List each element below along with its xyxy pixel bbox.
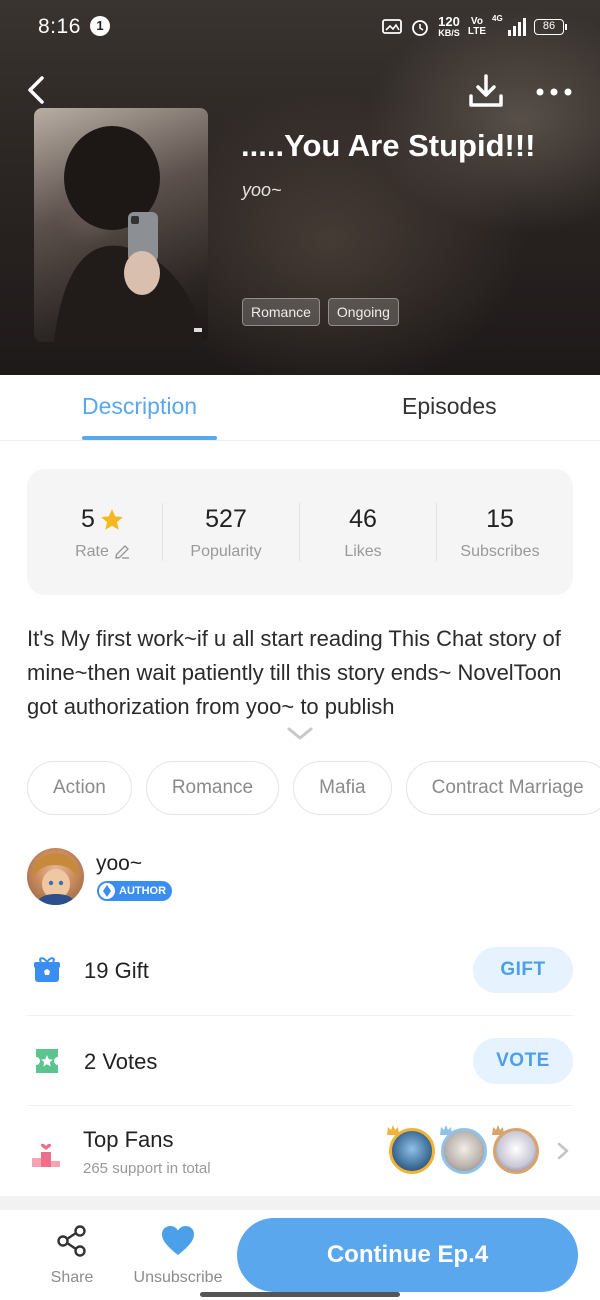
bottom-action-bar: Share Unsubscribe Continue Ep.4 bbox=[0, 1210, 600, 1300]
author-badge: AUTHOR bbox=[97, 881, 173, 901]
fan-avatar[interactable] bbox=[493, 1128, 539, 1174]
stat-subscribes: 15 Subscribes bbox=[432, 505, 568, 561]
stat-rate[interactable]: 5 Rate bbox=[35, 505, 171, 561]
section-separator bbox=[0, 1196, 600, 1210]
subscribes-label: Subscribes bbox=[460, 543, 540, 560]
status-time: 8:16 bbox=[38, 15, 81, 38]
edit-pencil-icon bbox=[115, 545, 129, 559]
fan-avatar[interactable] bbox=[389, 1128, 435, 1174]
row-divider bbox=[27, 1015, 573, 1016]
tab-episodes[interactable]: Episodes bbox=[402, 393, 497, 420]
continue-reading-button[interactable]: Continue Ep.4 bbox=[237, 1218, 578, 1292]
tab-bar: Description Episodes bbox=[0, 375, 600, 441]
tag-chip[interactable]: Romance bbox=[145, 761, 280, 815]
status-tag: Ongoing bbox=[327, 298, 399, 326]
book-author[interactable]: yoo~ bbox=[242, 180, 282, 201]
alarm-icon bbox=[412, 20, 429, 36]
genre-tags: Romance Ongoing bbox=[242, 298, 399, 326]
popularity-value: 527 bbox=[205, 505, 247, 533]
chevron-right-icon[interactable] bbox=[556, 1141, 570, 1161]
author-avatar[interactable] bbox=[27, 848, 84, 905]
network-speed: 120 KB/S bbox=[438, 14, 460, 38]
more-options-button[interactable] bbox=[534, 80, 574, 104]
tag-chip[interactable]: Contract Marriage bbox=[405, 761, 600, 815]
tag-chip[interactable]: Action bbox=[27, 761, 132, 815]
top-fans-subtitle: 265 support in total bbox=[83, 1160, 211, 1177]
cast-icon bbox=[382, 19, 403, 34]
likes-label: Likes bbox=[344, 543, 382, 560]
subscribes-value: 15 bbox=[486, 505, 514, 533]
status-bar: 8:16 1 120 KB/S Vo LTE 4G 86 bbox=[0, 0, 600, 52]
heart-icon bbox=[162, 1226, 194, 1255]
notification-count-badge: 1 bbox=[90, 16, 110, 36]
book-title: .....You Are Stupid!!! bbox=[241, 128, 536, 163]
tag-list: Action Romance Mafia Contract Marriage bbox=[27, 761, 600, 817]
book-cover-image bbox=[34, 108, 208, 342]
star-icon bbox=[101, 508, 123, 530]
share-icon bbox=[57, 1225, 86, 1257]
author-badge-label: AUTHOR bbox=[119, 885, 167, 897]
stats-card: 5 Rate 527 Popularity 46 Likes 15 Subscr… bbox=[27, 469, 573, 595]
share-button[interactable]: Share bbox=[48, 1224, 96, 1287]
genre-tag: Romance bbox=[242, 298, 320, 326]
stat-popularity: 527 Popularity bbox=[158, 505, 294, 561]
vote-count: 2 Votes bbox=[84, 1049, 158, 1074]
rate-label: Rate bbox=[75, 543, 109, 560]
book-header: 8:16 1 120 KB/S Vo LTE 4G 86 .....You Are … bbox=[0, 0, 600, 375]
podium-icon bbox=[32, 1143, 60, 1167]
rate-value: 5 bbox=[81, 505, 95, 533]
top-fans-title[interactable]: Top Fans bbox=[83, 1127, 174, 1153]
vote-button[interactable]: VOTE bbox=[473, 1038, 573, 1084]
signal-icon: 4G bbox=[492, 14, 526, 36]
active-tab-indicator bbox=[82, 436, 217, 440]
author-name[interactable]: yoo~ bbox=[96, 852, 142, 876]
share-label: Share bbox=[50, 1269, 94, 1286]
tag-chip[interactable]: Mafia bbox=[293, 761, 392, 815]
unsubscribe-label: Unsubscribe bbox=[133, 1269, 223, 1286]
gift-count: 19 Gift bbox=[84, 958, 149, 983]
stat-likes: 46 Likes bbox=[295, 505, 431, 561]
pen-nib-icon bbox=[99, 883, 115, 899]
book-description: It's My first work~if u all start readin… bbox=[27, 626, 562, 719]
popularity-label: Popularity bbox=[190, 543, 262, 560]
battery-icon: 86 bbox=[534, 19, 567, 35]
volte-indicator: Vo LTE bbox=[467, 16, 486, 37]
row-divider bbox=[27, 1105, 573, 1106]
status-icons: 120 KB/S Vo LTE 4G 86 bbox=[382, 14, 567, 40]
unsubscribe-button[interactable]: Unsubscribe bbox=[130, 1224, 226, 1287]
gift-icon bbox=[34, 957, 60, 982]
fan-avatar[interactable] bbox=[441, 1128, 487, 1174]
back-button[interactable] bbox=[22, 72, 52, 108]
chevron-down-icon[interactable] bbox=[286, 726, 314, 742]
likes-value: 46 bbox=[349, 505, 377, 533]
home-indicator bbox=[200, 1292, 400, 1297]
tab-description[interactable]: Description bbox=[82, 393, 197, 420]
download-button[interactable] bbox=[467, 72, 505, 110]
gift-button[interactable]: GIFT bbox=[473, 947, 573, 993]
vote-ticket-icon bbox=[36, 1049, 58, 1073]
